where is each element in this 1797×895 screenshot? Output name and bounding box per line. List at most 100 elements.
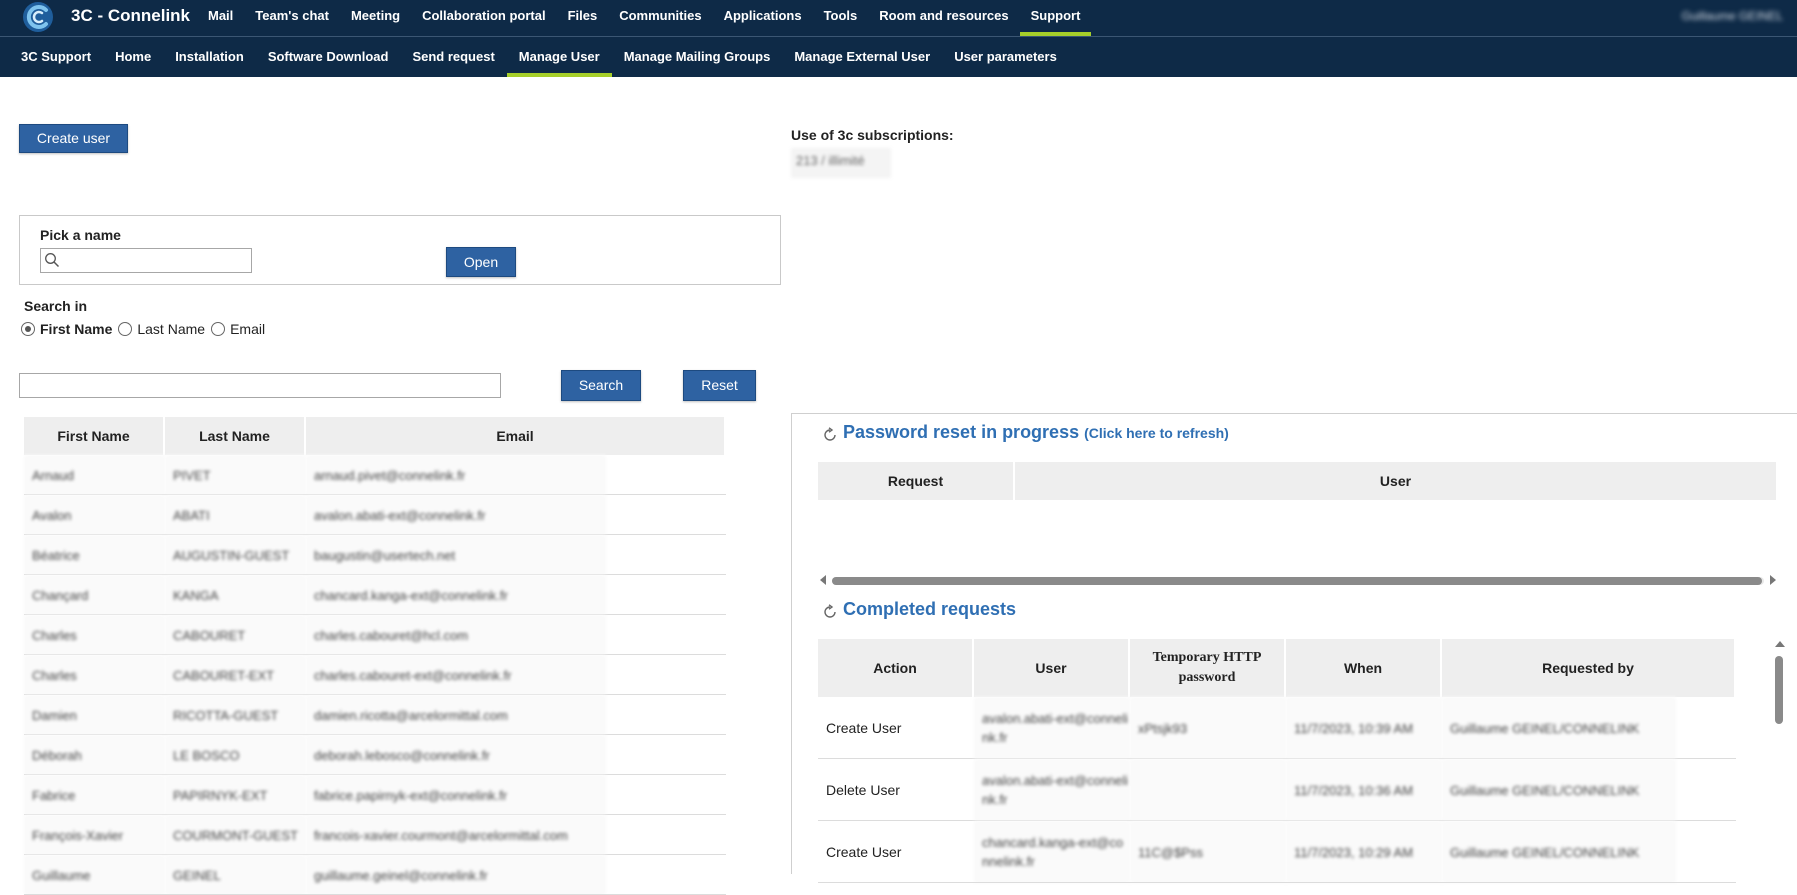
completed-requests-title: Completed requests bbox=[843, 599, 1017, 619]
cell-email: chancard.kanga-ext@connelink.fr bbox=[306, 575, 606, 615]
table-row[interactable]: Charles CABOURET charles.cabouret@hcl.com bbox=[24, 615, 726, 655]
search-icon bbox=[45, 253, 60, 268]
subnav-item-user-parameters[interactable]: User parameters bbox=[942, 37, 1069, 77]
reset-button[interactable]: Reset bbox=[683, 370, 756, 401]
refresh-link[interactable]: (Click here to refresh) bbox=[1084, 425, 1229, 441]
column-header-requested-by[interactable]: Requested by bbox=[1442, 639, 1736, 697]
pick-name-panel: Pick a name Open bbox=[19, 215, 781, 285]
search-text-input[interactable] bbox=[19, 373, 501, 398]
subnav-item-software-download[interactable]: Software Download bbox=[256, 37, 401, 77]
cell-last-name: AUGUSTIN-GUEST bbox=[165, 535, 306, 575]
topnav-item-communities[interactable]: Communities bbox=[608, 0, 712, 36]
cell-first-name: Charles bbox=[24, 655, 165, 695]
scrollbar-thumb[interactable] bbox=[832, 577, 1762, 585]
subnav-item-manage-mailing-groups[interactable]: Manage Mailing Groups bbox=[612, 37, 783, 77]
column-header-action[interactable]: Action bbox=[818, 639, 974, 697]
scroll-up-icon[interactable] bbox=[1775, 641, 1785, 647]
table-row[interactable]: Arnaud PIVET arnaud.pivet@connelink.fr bbox=[24, 455, 726, 495]
scroll-left-icon[interactable] bbox=[820, 575, 826, 585]
pick-name-label: Pick a name bbox=[40, 227, 121, 243]
cell-first-name: Béatrice bbox=[24, 535, 165, 575]
column-header-email[interactable]: Email bbox=[306, 417, 726, 455]
topnav-item-support[interactable]: Support bbox=[1019, 0, 1092, 36]
table-row[interactable]: Avalon ABATI avalon.abati-ext@connelink.fr bbox=[24, 495, 726, 535]
column-header-request[interactable]: Request bbox=[818, 462, 1015, 500]
topnav-item-applications[interactable]: Applications bbox=[713, 0, 813, 36]
vertical-scrollbar[interactable] bbox=[1773, 641, 1785, 874]
column-header-first-name[interactable]: First Name bbox=[24, 417, 165, 455]
password-reset-heading: Password reset in progress bbox=[843, 422, 1080, 442]
table-row[interactable]: Create User avalon.abati-ext@connelink.fr… bbox=[818, 697, 1736, 759]
radio-last-name-label[interactable]: Last Name bbox=[137, 321, 205, 337]
table-row[interactable]: Guillaume GEINEL guillaume.geinel@connelin… bbox=[24, 855, 726, 895]
subscriptions-value: 213 / illimité bbox=[791, 148, 891, 178]
cell-last-name: RICOTTA-GUEST bbox=[165, 695, 306, 735]
user-menu[interactable]: Guillaume GEINEL bbox=[1682, 9, 1783, 23]
users-table-header: First Name Last Name Email bbox=[24, 417, 726, 455]
connelink-logo-icon[interactable] bbox=[22, 1, 54, 33]
column-header-when[interactable]: When bbox=[1286, 639, 1442, 697]
cell-last-name: LE BOSCO bbox=[165, 735, 306, 775]
table-row[interactable]: Charles CABOURET-EXT charles.cabouret-ext@… bbox=[24, 655, 726, 695]
table-row[interactable]: François-Xavier COURMONT-GUEST francois-xa… bbox=[24, 815, 726, 855]
radio-first-name[interactable] bbox=[21, 322, 35, 336]
cell-email: fabrice.papirnyk-ext@connelink.fr bbox=[306, 775, 606, 815]
table-row[interactable]: Fabrice PAPIRNYK-EXT fabrice.papirnyk-ext@… bbox=[24, 775, 726, 815]
scroll-right-icon[interactable] bbox=[1770, 575, 1776, 585]
column-header-temporary-password[interactable]: Temporary HTTP password bbox=[1130, 639, 1286, 697]
scrollbar-thumb[interactable] bbox=[1775, 656, 1783, 724]
users-table: First Name Last Name Email Arnaud PIVET ar… bbox=[24, 417, 726, 895]
table-row[interactable]: Chançard KANGA chancard.kanga-ext@connelin… bbox=[24, 575, 726, 615]
radio-last-name[interactable] bbox=[118, 322, 133, 336]
search-button[interactable]: Search bbox=[561, 370, 641, 401]
refresh-icon[interactable] bbox=[822, 427, 838, 443]
users-table-body: Arnaud PIVET arnaud.pivet@connelink.fr Aval… bbox=[24, 455, 726, 895]
subnav-item-home[interactable]: Home bbox=[103, 37, 163, 77]
topnav-item-meeting[interactable]: Meeting bbox=[340, 0, 411, 36]
cell-email: avalon.abati-ext@connelink.fr bbox=[306, 495, 606, 535]
topnav-item-room-and-resources[interactable]: Room and resources bbox=[868, 0, 1019, 36]
column-header-last-name[interactable]: Last Name bbox=[165, 417, 306, 455]
sub-nav: 3C Support Home Installation Software Do… bbox=[9, 37, 1069, 77]
radio-first-name-label[interactable]: First Name bbox=[40, 321, 112, 337]
topnav-item-tools[interactable]: Tools bbox=[813, 0, 869, 36]
cell-last-name: KANGA bbox=[165, 575, 306, 615]
refresh-icon[interactable] bbox=[822, 604, 838, 620]
subnav-item-3c-support[interactable]: 3C Support bbox=[9, 37, 103, 77]
cell-first-name: Déborah bbox=[24, 735, 165, 775]
cell-email: deborah.lebosco@connelink.fr bbox=[306, 735, 606, 775]
cell-email: damien.ricotta@arcelormittal.com bbox=[306, 695, 606, 735]
pick-name-input[interactable] bbox=[40, 248, 252, 273]
cell-email: arnaud.pivet@connelink.fr bbox=[306, 455, 606, 495]
subnav-item-manage-user[interactable]: Manage User bbox=[506, 37, 612, 77]
cell-email: charles.cabouret@hcl.com bbox=[306, 615, 606, 655]
completed-requests-body: Create User avalon.abati-ext@connelink.fr… bbox=[818, 697, 1736, 883]
radio-email[interactable] bbox=[211, 322, 226, 336]
topnav-item-files[interactable]: Files bbox=[557, 0, 609, 36]
column-header-user[interactable]: User bbox=[1015, 462, 1778, 500]
password-reset-title: Password reset in progress (Click here t… bbox=[843, 422, 1229, 443]
top-nav: Mail Team's chat Meeting Collaboration p… bbox=[197, 0, 1092, 36]
horizontal-scrollbar[interactable] bbox=[818, 573, 1778, 587]
topnav-item-teams-chat[interactable]: Team's chat bbox=[244, 0, 340, 36]
subnav-item-installation[interactable]: Installation bbox=[163, 37, 256, 77]
cell-first-name: François-Xavier bbox=[24, 815, 165, 855]
cell-when: 11/7/2023, 10:39 AM bbox=[1286, 697, 1442, 759]
create-user-button[interactable]: Create user bbox=[19, 124, 128, 153]
app-brand[interactable]: 3C - Connelink bbox=[71, 6, 190, 26]
search-in-label: Search in bbox=[24, 298, 88, 314]
cell-action: Delete User bbox=[818, 759, 974, 821]
subnav-item-send-request[interactable]: Send request bbox=[400, 37, 506, 77]
subnav-item-manage-external-user[interactable]: Manage External User bbox=[782, 37, 942, 77]
table-row[interactable]: Delete User avalon.abati-ext@connelink.fr… bbox=[818, 759, 1736, 821]
radio-email-label[interactable]: Email bbox=[230, 321, 265, 337]
table-row[interactable]: Damien RICOTTA-GUEST damien.ricotta@arcelo… bbox=[24, 695, 726, 735]
table-row[interactable]: Béatrice AUGUSTIN-GUEST baugustin@usertech… bbox=[24, 535, 726, 575]
column-header-user[interactable]: User bbox=[974, 639, 1130, 697]
open-button[interactable]: Open bbox=[446, 247, 516, 277]
topnav-item-mail[interactable]: Mail bbox=[197, 0, 244, 36]
topnav-item-collaboration-portal[interactable]: Collaboration portal bbox=[411, 0, 557, 36]
cell-first-name: Arnaud bbox=[24, 455, 165, 495]
subscriptions-label: Use of 3c subscriptions: bbox=[791, 127, 954, 143]
table-row[interactable]: Déborah LE BOSCO deborah.lebosco@connelink… bbox=[24, 735, 726, 775]
